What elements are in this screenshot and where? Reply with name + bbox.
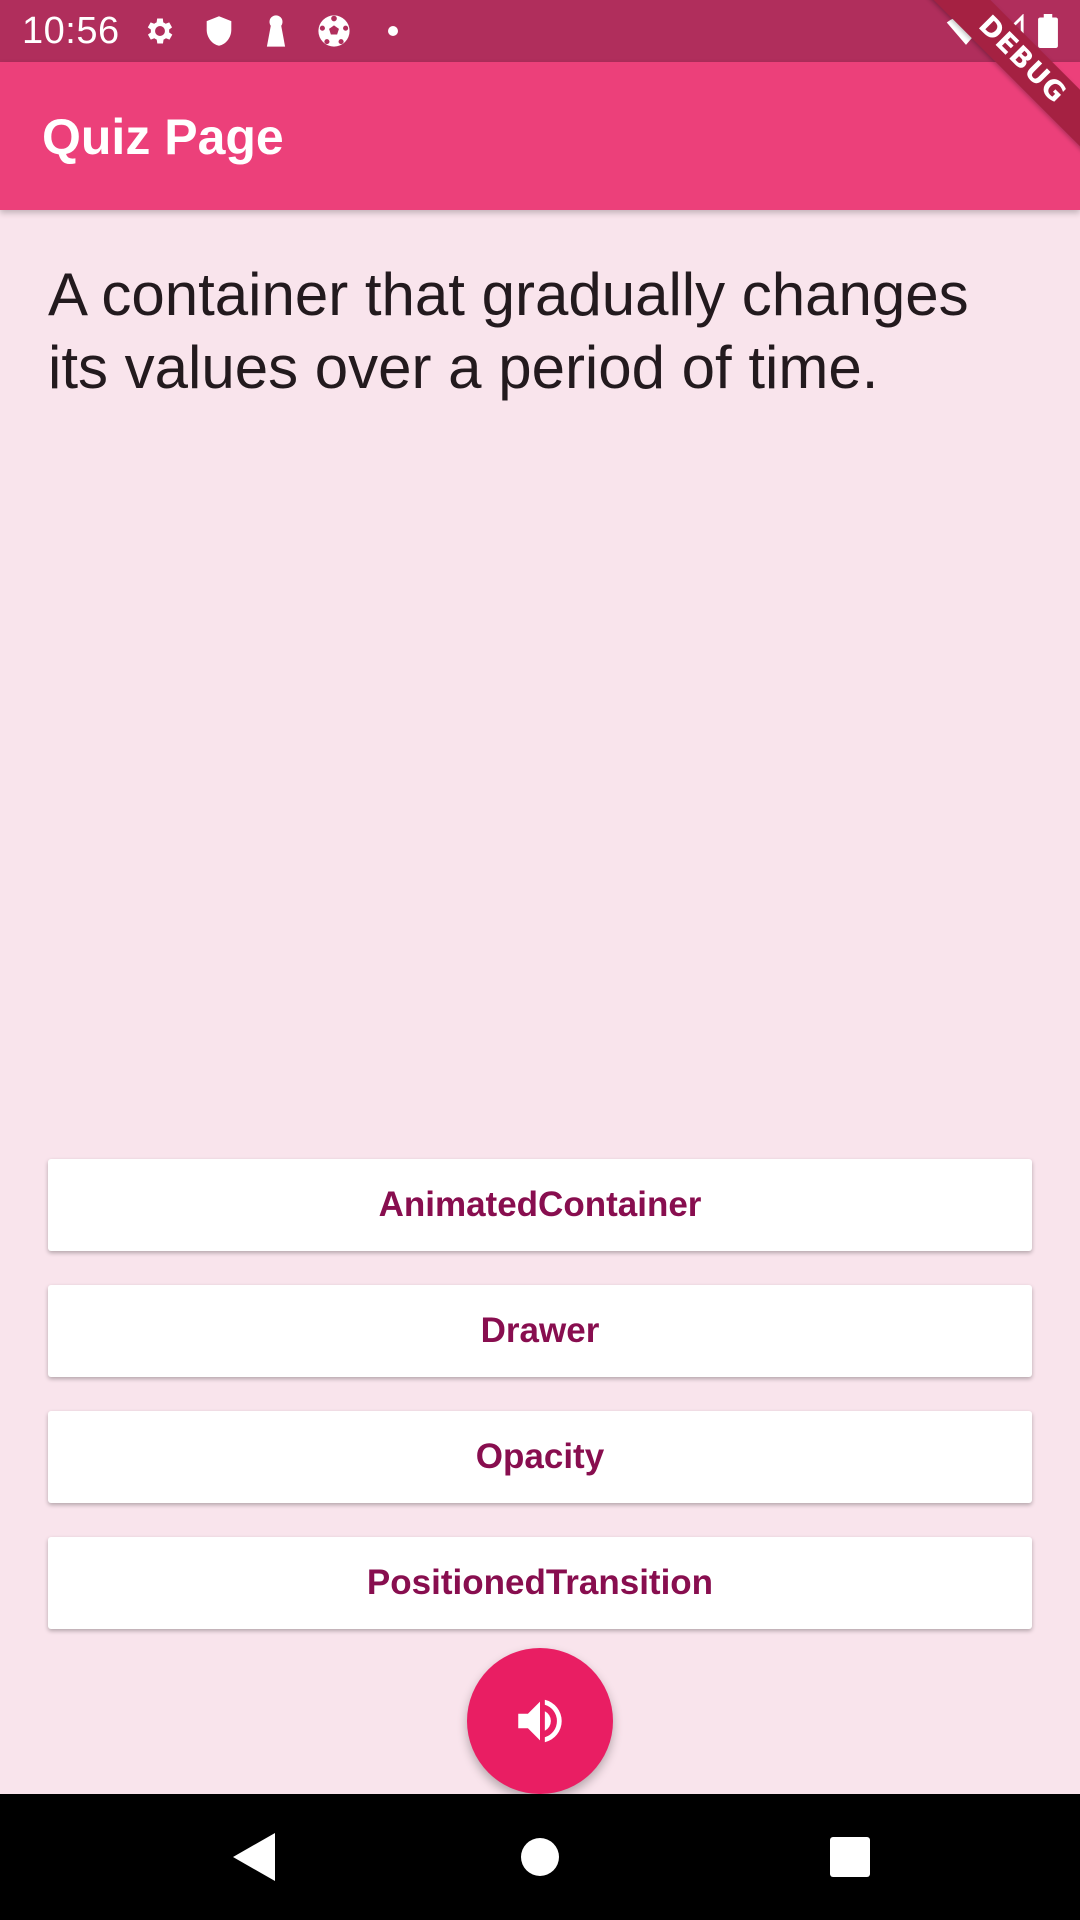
answer-button-3[interactable]: Opacity (48, 1411, 1032, 1503)
battery-icon (1031, 13, 1065, 49)
back-icon (233, 1833, 277, 1881)
app-bar: Quiz Page (0, 62, 1080, 210)
dot-icon (375, 13, 411, 49)
keyhole-icon (258, 13, 294, 49)
answer-button-1[interactable]: AnimatedContainer (48, 1159, 1032, 1251)
answer-button-2[interactable]: Drawer (48, 1285, 1032, 1377)
page-title: Quiz Page (42, 109, 284, 165)
status-bar: 10:56 (0, 0, 1080, 62)
recents-button[interactable] (817, 1824, 883, 1890)
quiz-screen: 10:56 Quiz Page DEBUG A container that g… (0, 0, 1080, 1920)
volume-up-icon (511, 1692, 569, 1750)
system-nav-bar (0, 1794, 1080, 1920)
speak-button[interactable] (467, 1648, 613, 1794)
question-text: A container that gradually changes its v… (48, 261, 969, 401)
gear-icon (142, 13, 178, 49)
back-button[interactable] (222, 1824, 288, 1890)
recents-icon (830, 1837, 870, 1877)
shield-icon (201, 13, 237, 49)
answer-button-4[interactable]: PositionedTransition (48, 1537, 1032, 1629)
soccer-ball-icon (316, 13, 352, 49)
home-icon (519, 1836, 561, 1878)
status-time: 10:56 (22, 10, 120, 52)
home-button[interactable] (507, 1824, 573, 1890)
